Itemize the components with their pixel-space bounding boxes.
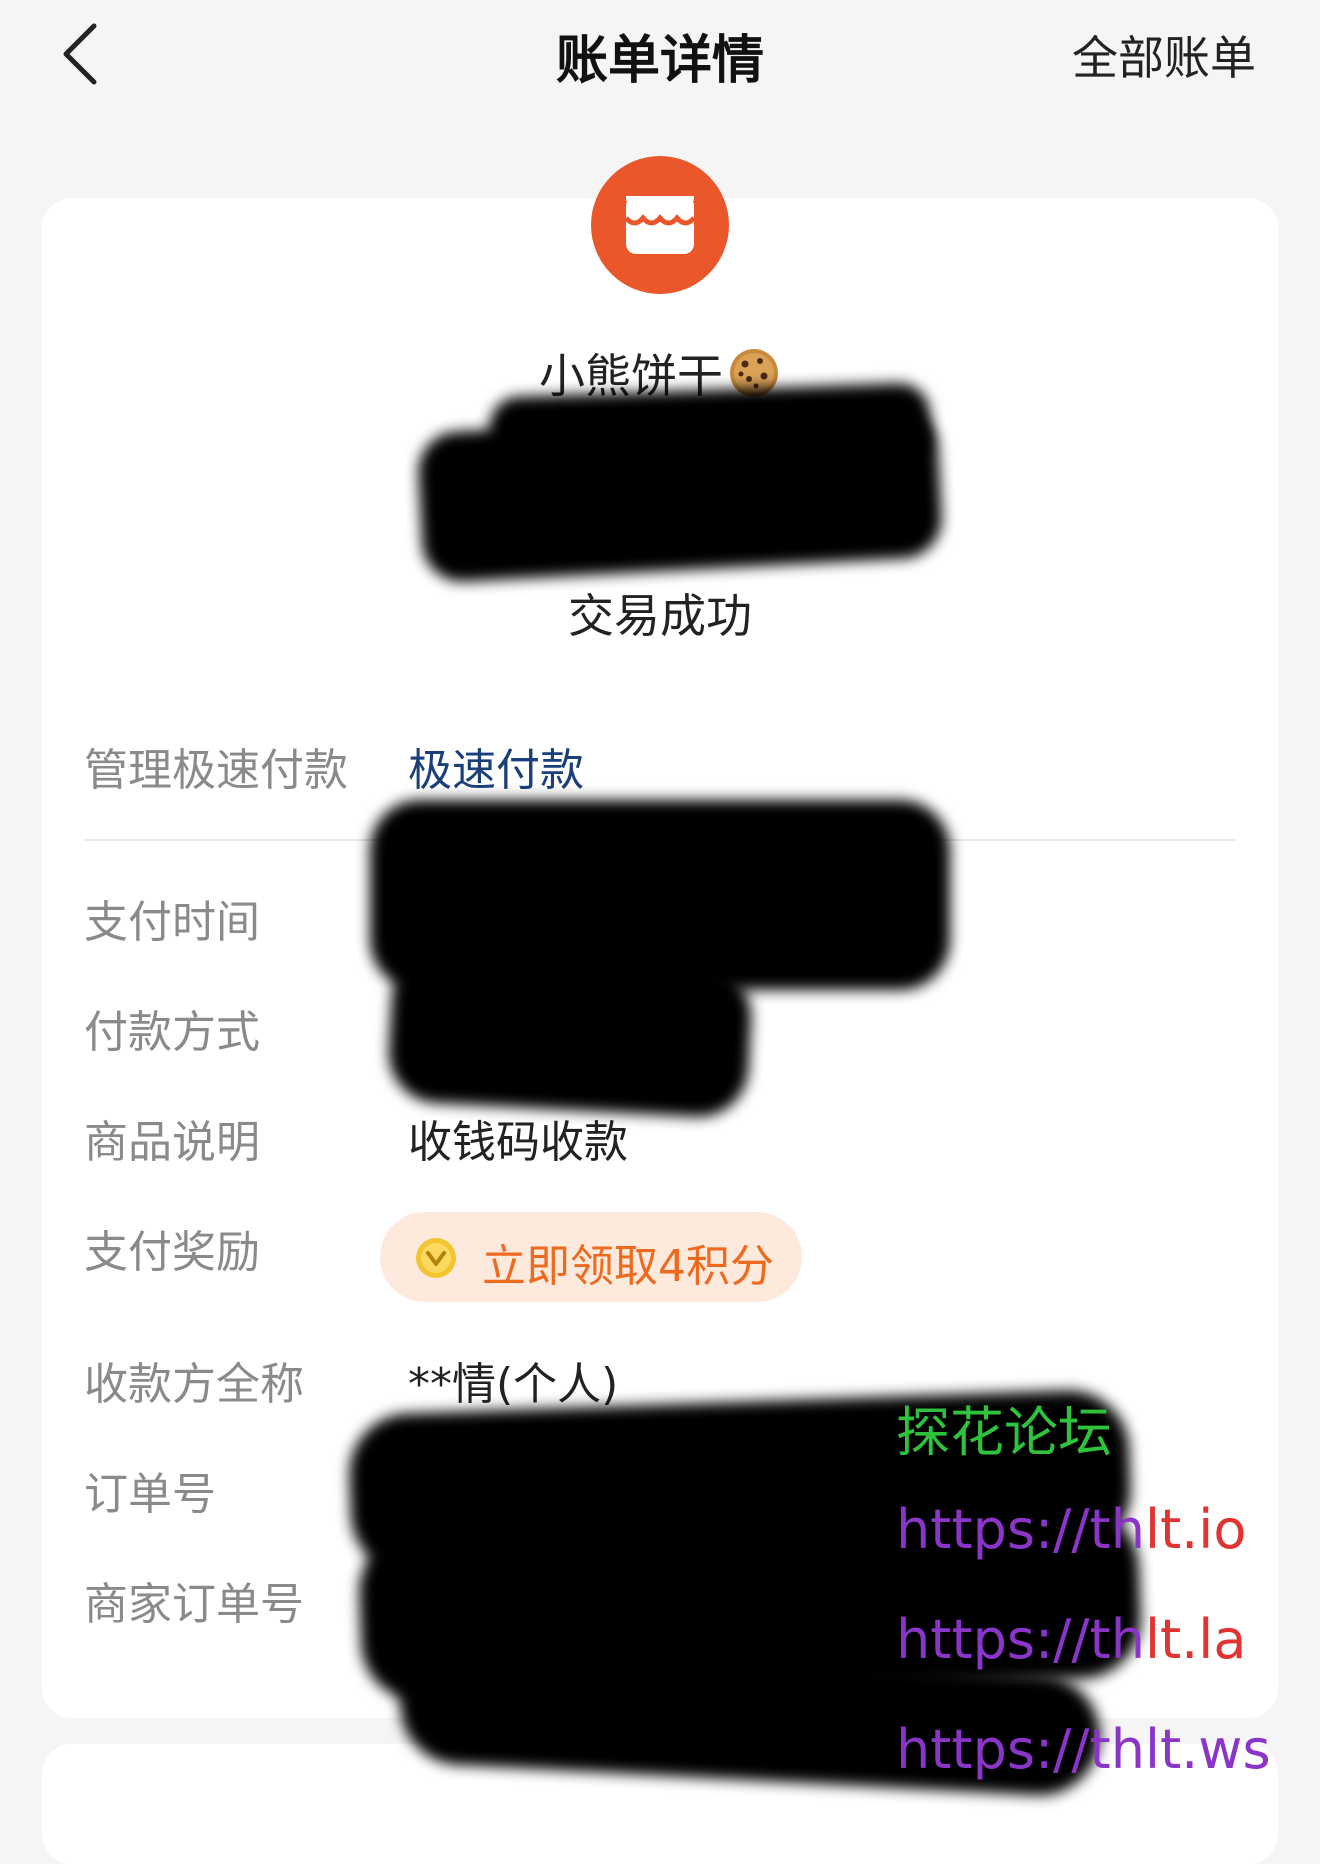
store-icon bbox=[591, 156, 729, 294]
claim-points-button[interactable]: 立即领取4积分 bbox=[380, 1212, 802, 1302]
manage-fast-pay-label: 管理极速付款 bbox=[84, 745, 348, 796]
payee-label: 收款方全称 bbox=[84, 1359, 304, 1410]
all-bills-button[interactable]: 全部账单 bbox=[1072, 22, 1256, 88]
merchant-order-no-label: 商家订单号 bbox=[84, 1579, 304, 1630]
transaction-status: 交易成功 bbox=[568, 589, 752, 643]
watermark-link-3: https://thlt.ws bbox=[896, 1718, 1271, 1781]
redaction-mark bbox=[416, 406, 944, 584]
payee-value: **情(个人) bbox=[408, 1359, 619, 1410]
watermark-link-2: https://thlt.la bbox=[896, 1608, 1247, 1671]
redaction-mark bbox=[386, 950, 754, 1120]
watermark-forum-name: 探花论坛 bbox=[896, 1401, 1112, 1464]
pay-reward-label: 支付奖励 bbox=[84, 1227, 260, 1278]
product-desc-label: 商品说明 bbox=[84, 1117, 260, 1168]
product-desc-value: 收钱码收款 bbox=[408, 1117, 628, 1168]
coin-icon bbox=[416, 1238, 456, 1278]
claim-points-label: 立即领取4积分 bbox=[482, 1241, 774, 1292]
fast-pay-link[interactable]: 极速付款 bbox=[408, 734, 584, 798]
pay-method-label: 付款方式 bbox=[84, 1007, 260, 1058]
watermark-link-1: https://thlt.io bbox=[896, 1498, 1247, 1561]
top-bar: 账单详情 全部账单 bbox=[0, 0, 1320, 110]
order-no-label: 订单号 bbox=[84, 1469, 216, 1520]
pay-time-label: 支付时间 bbox=[84, 897, 260, 948]
